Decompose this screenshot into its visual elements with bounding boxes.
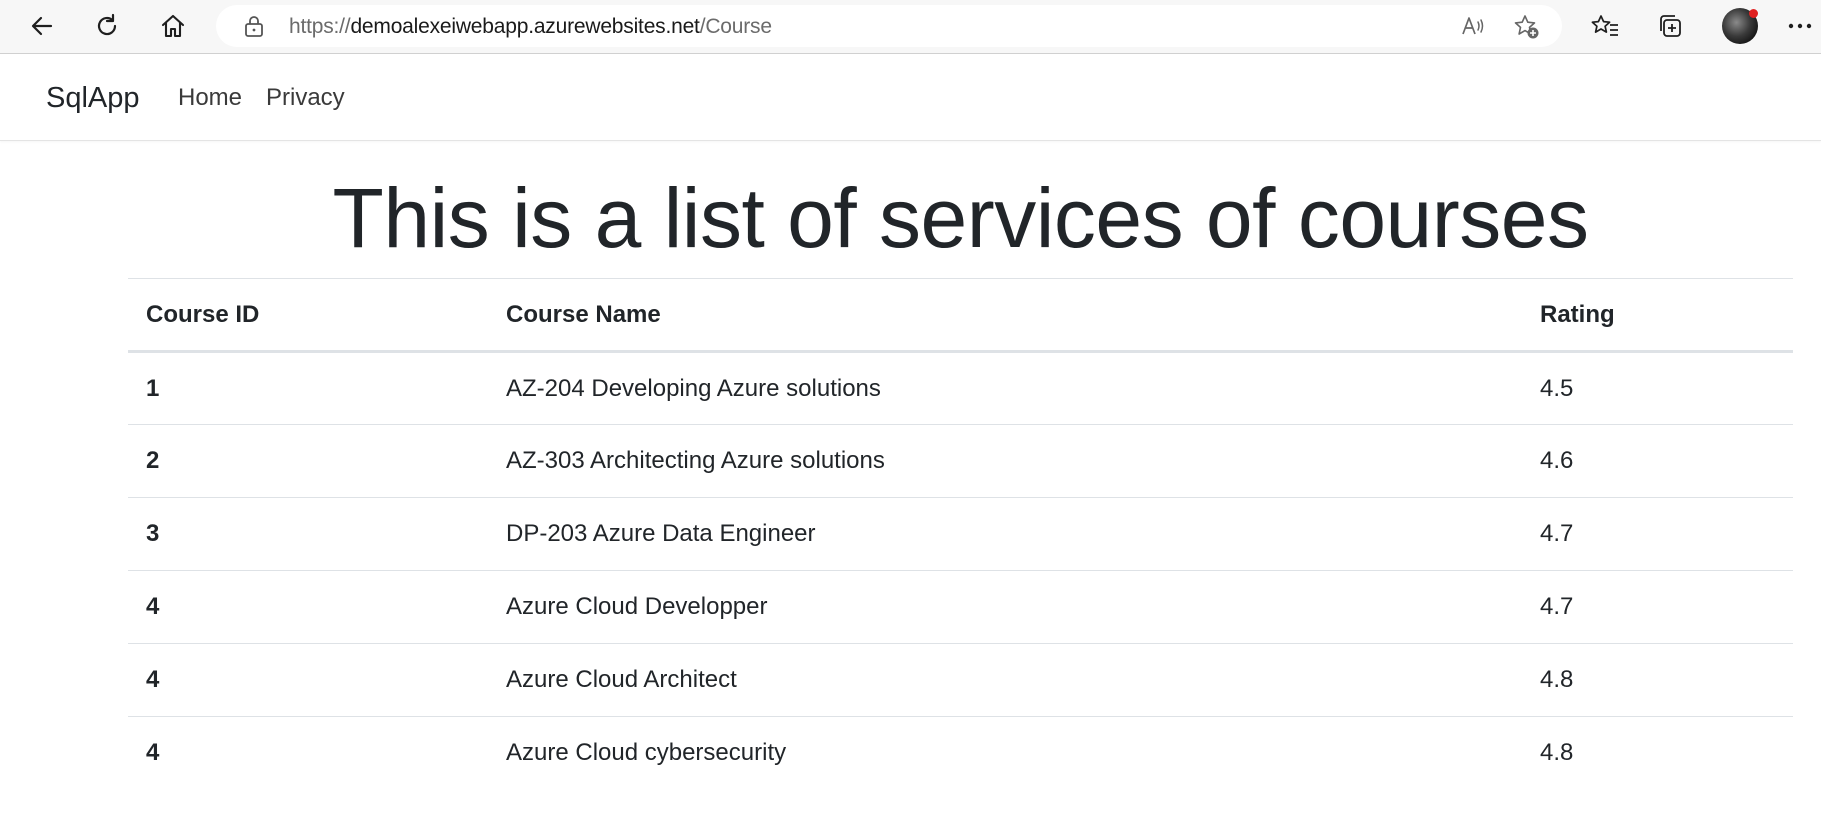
- profile-avatar[interactable]: [1722, 8, 1758, 44]
- collections-button[interactable]: [1653, 8, 1689, 44]
- table-row: 2 AZ-303 Architecting Azure solutions 4.…: [128, 424, 1793, 498]
- cell-course-name: DP-203 Azure Data Engineer: [488, 497, 1522, 571]
- cell-course-id: 2: [128, 424, 488, 498]
- page-title: This is a list of services of courses: [332, 171, 1589, 265]
- header-course-name: Course Name: [488, 278, 1522, 353]
- cell-rating: 4.8: [1522, 643, 1793, 717]
- cell-course-id: 4: [146, 739, 160, 767]
- favorites-icon: [1591, 15, 1618, 36]
- cell-course-name: Azure Cloud cybersecurity: [506, 739, 787, 767]
- home-icon: [161, 14, 185, 38]
- notification-dot: [1749, 9, 1758, 18]
- cell-course-id: 4: [128, 643, 488, 717]
- cell-course-name: Azure Cloud Developper: [488, 570, 1522, 644]
- cell-course-name: AZ-204 Developing Azure solutions: [488, 351, 1522, 425]
- url-text[interactable]: https://demoalexeiwebapp.azurewebsites.n…: [289, 16, 772, 38]
- address-bar[interactable]: https://demoalexeiwebapp.azurewebsites.n…: [216, 5, 1562, 47]
- cell-course-name: AZ-303 Architecting Azure solutions: [488, 424, 1522, 498]
- table-row: 1 AZ-204 Developing Azure solutions 4.5: [128, 351, 1793, 425]
- table-row: 3 DP-203 Azure Data Engineer 4.7: [128, 497, 1793, 571]
- cell-rating: 4.5: [1522, 351, 1793, 425]
- courses-table: Course ID Course Name Rating 1 AZ-204 De…: [128, 278, 1793, 790]
- nav-link-home[interactable]: Home: [178, 84, 242, 112]
- add-favorite-icon[interactable]: [1513, 14, 1541, 40]
- table-row: 4 Azure Cloud cybersecurity 4.8: [128, 717, 1793, 790]
- table-row: 4 Azure Cloud Architect 4.8: [128, 643, 1793, 717]
- cell-course-id: 1: [128, 351, 488, 425]
- url-path: /Course: [699, 15, 772, 38]
- back-button[interactable]: [24, 8, 60, 44]
- favorites-button[interactable]: [1587, 8, 1623, 44]
- back-icon: [31, 16, 53, 36]
- cell-rating: 4.8: [1540, 739, 1574, 767]
- table-row: 4 Azure Cloud Developper 4.7: [128, 570, 1793, 644]
- brand-link[interactable]: SqlApp: [46, 82, 140, 114]
- refresh-icon: [97, 13, 117, 36]
- header-course-id: Course ID: [128, 278, 488, 353]
- more-icon: [1788, 23, 1812, 29]
- nav-link-privacy[interactable]: Privacy: [266, 84, 345, 112]
- url-scheme: https://: [289, 15, 351, 38]
- header-rating: Rating: [1522, 278, 1793, 353]
- table-header-row: Course ID Course Name Rating: [128, 278, 1793, 353]
- cell-course-id: 4: [128, 570, 488, 644]
- lock-icon[interactable]: [243, 14, 265, 38]
- more-button[interactable]: [1782, 8, 1818, 44]
- collections-icon: [1660, 15, 1681, 37]
- app-navbar: SqlApp Home Privacy: [0, 54, 1821, 141]
- browser-toolbar: https://demoalexeiwebapp.azurewebsites.n…: [0, 0, 1821, 54]
- url-host: demoalexeiwebapp.azurewebsites.net: [350, 15, 700, 38]
- cell-course-name: Azure Cloud Architect: [488, 643, 1522, 717]
- home-button[interactable]: [155, 8, 191, 44]
- courses-table-container: Course ID Course Name Rating 1 AZ-204 De…: [128, 278, 1793, 790]
- read-aloud-icon[interactable]: [1461, 14, 1487, 38]
- cell-rating: 4.7: [1522, 497, 1793, 571]
- cell-rating: 4.6: [1522, 424, 1793, 498]
- cell-rating: 4.7: [1522, 570, 1793, 644]
- cell-course-id: 3: [128, 497, 488, 571]
- refresh-button[interactable]: [89, 8, 125, 44]
